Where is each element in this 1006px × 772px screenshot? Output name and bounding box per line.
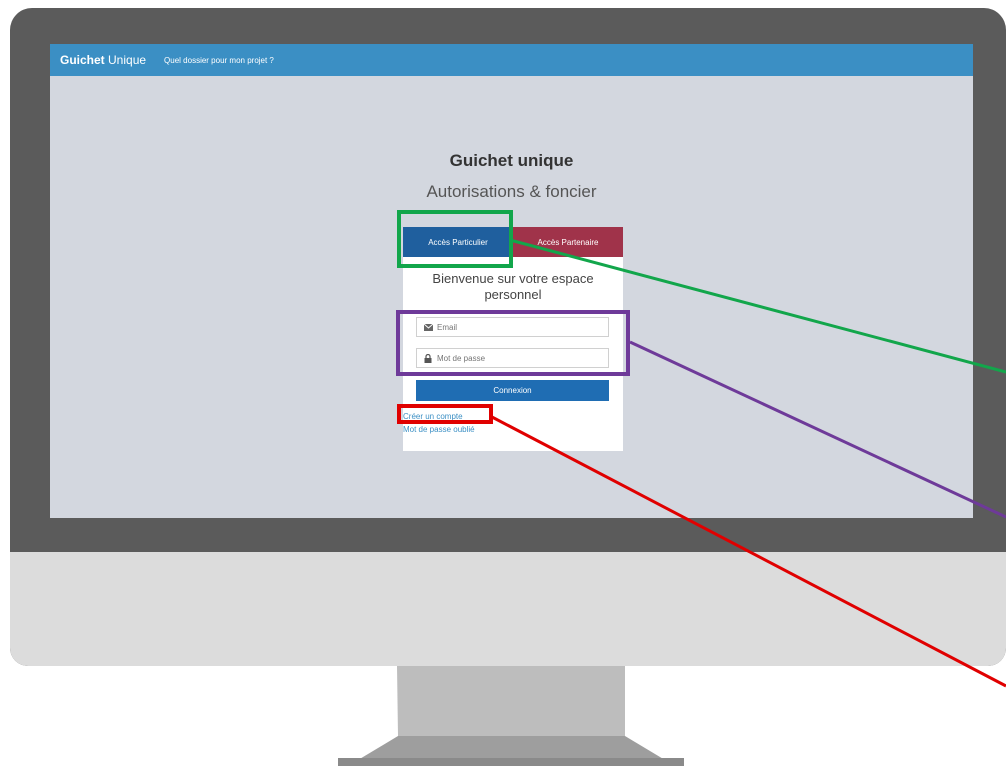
forgot-password-link[interactable]: Mot de passe oublié <box>403 425 475 434</box>
nav-link-project[interactable]: Quel dossier pour mon projet ? <box>164 56 274 65</box>
browser-screen: Guichet Unique Quel dossier pour mon pro… <box>50 44 973 518</box>
brand-logo[interactable]: Guichet Unique <box>60 53 146 67</box>
login-button[interactable]: Connexion <box>416 380 609 401</box>
highlight-tab-particulier <box>397 210 513 268</box>
brand-rest: Unique <box>108 53 147 67</box>
navbar: Guichet Unique Quel dossier pour mon pro… <box>50 44 973 76</box>
tab-partenaire[interactable]: Accès Partenaire <box>513 227 623 257</box>
brand-bold: Guichet <box>60 53 105 67</box>
highlight-create-account <box>397 404 493 424</box>
page-subtitle: Autorisations & foncier <box>426 182 597 201</box>
page-title: Guichet unique <box>449 151 574 170</box>
welcome-text: Bienvenue sur votre espace personnel <box>432 271 594 302</box>
highlight-credentials <box>396 310 630 376</box>
